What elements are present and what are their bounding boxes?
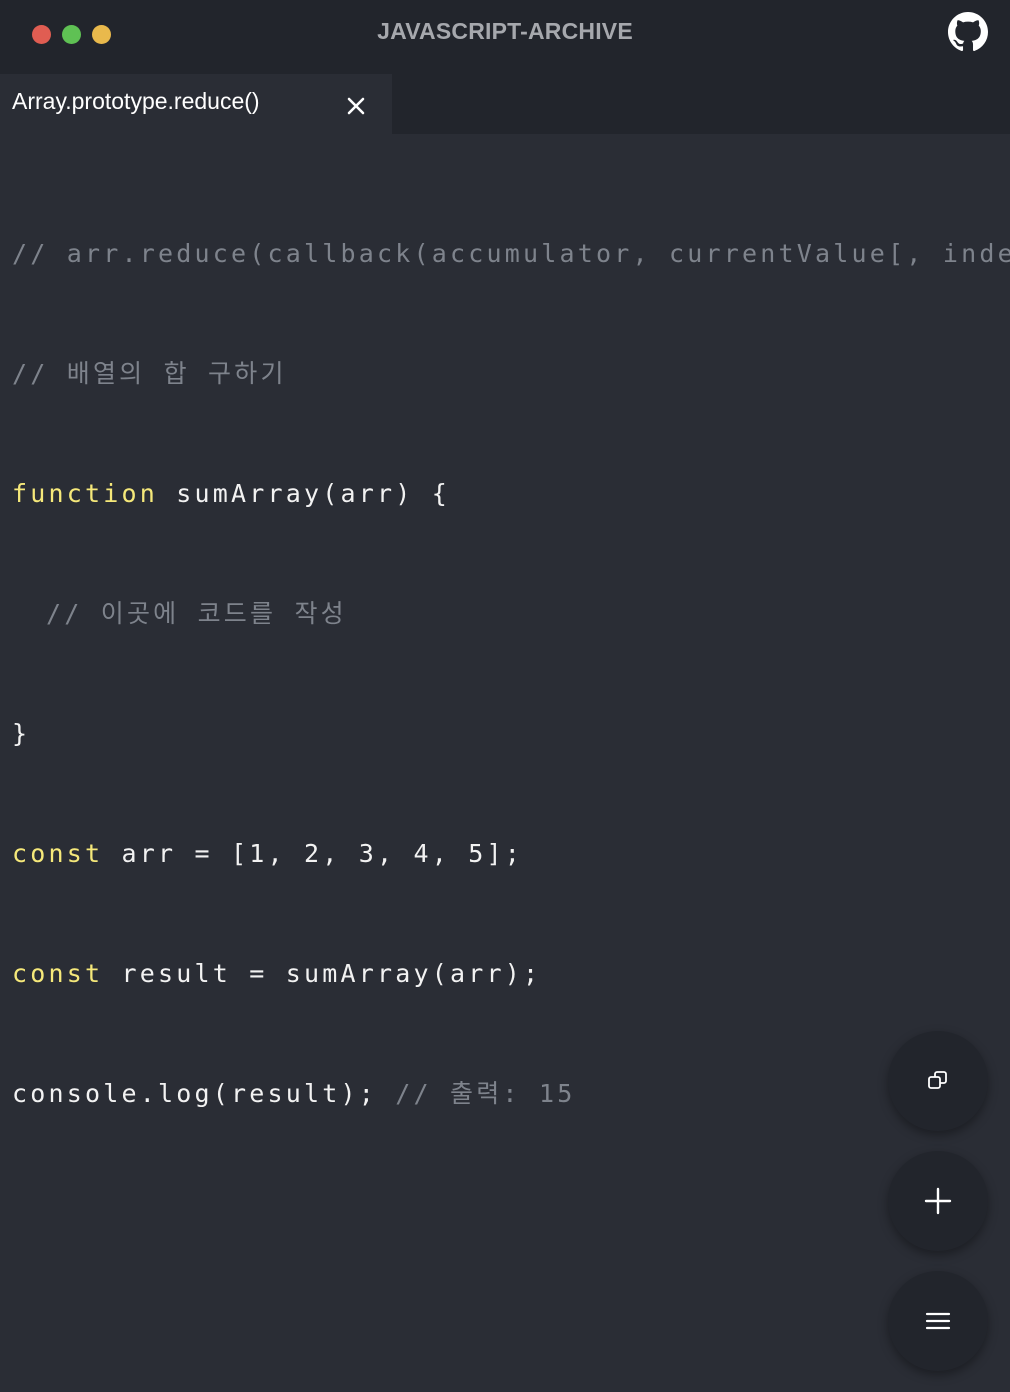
code-text: sumArray(arr) { <box>158 479 451 508</box>
code-keyword: function <box>12 479 159 508</box>
add-button[interactable] <box>888 1151 988 1251</box>
title-bar: JAVASCRIPT-ARCHIVE <box>0 0 1010 74</box>
code-editor[interactable]: // arr.reduce(callback(accumulator, curr… <box>0 134 1010 1392</box>
code-keyword: const <box>12 959 104 988</box>
code-content: // arr.reduce(callback(accumulator, curr… <box>12 154 1010 1194</box>
code-line: // arr.reduce(callback(accumulator, curr… <box>12 234 1010 274</box>
code-text: console.log(result); <box>12 1079 396 1108</box>
code-text: } <box>12 719 31 748</box>
tab-bar: Array.prototype.reduce() <box>0 74 1010 134</box>
code-comment: // 이곳에 코드를 작성 <box>46 599 347 628</box>
tab-array-prototype-reduce[interactable]: Array.prototype.reduce() <box>0 74 392 134</box>
code-text: arr = [1, 2, 3, 4, 5]; <box>103 839 524 868</box>
code-comment: // arr.reduce(callback(accumulator, curr… <box>12 239 1010 268</box>
code-line: // 배열의 합 구하기 <box>12 354 1010 394</box>
code-line: const arr = [1, 2, 3, 4, 5]; <box>12 834 1010 874</box>
menu-button[interactable] <box>888 1271 988 1371</box>
copy-icon <box>928 1071 947 1089</box>
code-line: // 이곳에 코드를 작성 <box>12 594 1010 634</box>
plus-icon <box>924 1187 952 1215</box>
code-keyword: const <box>12 839 104 868</box>
hamburger-menu-icon <box>925 1312 951 1330</box>
github-icon <box>948 12 988 52</box>
github-link[interactable] <box>948 12 988 52</box>
code-text: result = sumArray(arr); <box>103 959 542 988</box>
app-window: JAVASCRIPT-ARCHIVE Array.prototype.reduc… <box>0 0 1010 1392</box>
tab-label: Array.prototype.reduce() <box>12 88 260 114</box>
code-line: const result = sumArray(arr); <box>12 954 1010 994</box>
app-title: JAVASCRIPT-ARCHIVE <box>377 18 633 44</box>
code-line: console.log(result); // 출력: 15 <box>12 1074 1010 1114</box>
code-line: } <box>12 714 1010 754</box>
code-comment: // 배열의 합 구하기 <box>12 359 287 388</box>
tab-close-button[interactable] <box>343 93 369 119</box>
code-comment: // 출력: 15 <box>395 1079 576 1108</box>
copy-code-button[interactable] <box>888 1031 988 1131</box>
close-icon <box>347 97 365 115</box>
code-line: function sumArray(arr) { <box>12 474 1010 514</box>
